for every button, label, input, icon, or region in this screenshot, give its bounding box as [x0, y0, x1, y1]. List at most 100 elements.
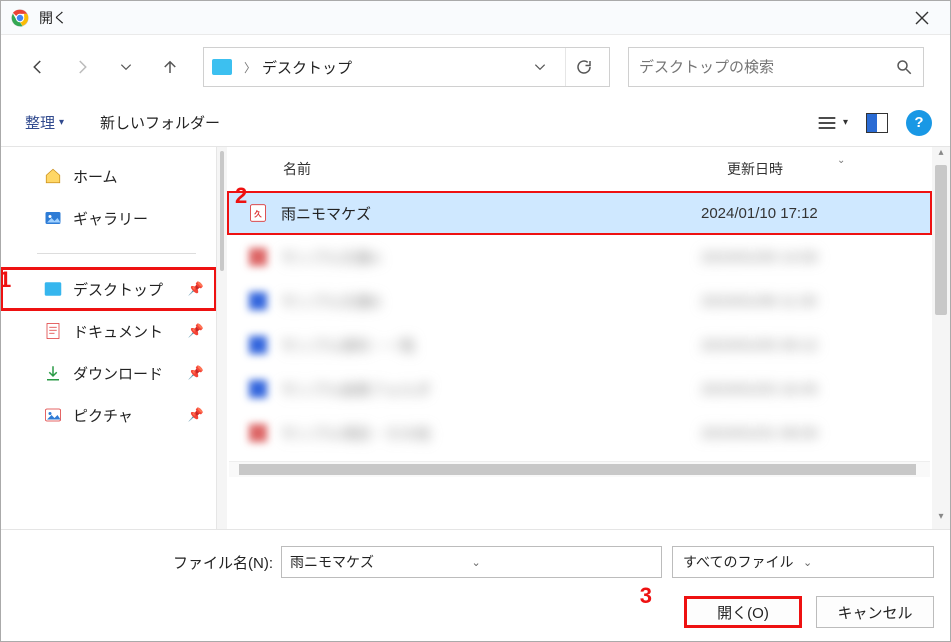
file-date: 2024/01/10 17:12	[701, 205, 818, 222]
file-icon	[247, 422, 269, 444]
preview-pane-toggle[interactable]	[866, 113, 888, 133]
up-button[interactable]	[159, 56, 181, 78]
pin-icon: 📌	[188, 407, 204, 423]
sidebar-divider	[37, 253, 196, 254]
path-dropdown-icon[interactable]	[533, 60, 557, 74]
recent-dropdown[interactable]	[115, 56, 137, 78]
file-name: サンプル文書B	[281, 291, 701, 312]
file-date: 2024/01/08 11:30	[701, 293, 817, 310]
column-headers: 名前 更新日時 ⌄	[227, 147, 932, 191]
pin-icon: 📌	[188, 281, 204, 297]
column-name[interactable]: 名前	[227, 159, 727, 179]
sidebar-item-label: ホーム	[73, 166, 118, 187]
sidebar-item-desktop[interactable]: デスクトップ 📌	[1, 268, 216, 310]
filter-label: すべてのファイル	[683, 552, 803, 572]
view-menu[interactable]: ▾	[817, 115, 848, 131]
svg-text:久: 久	[253, 208, 262, 218]
gallery-icon	[43, 209, 63, 227]
filename-label: ファイル名(N):	[17, 552, 281, 573]
horizontal-scrollbar[interactable]	[229, 461, 930, 477]
titlebar: 開く	[1, 1, 950, 35]
pin-icon: 📌	[188, 365, 204, 381]
file-name: 雨ニモマケズ	[281, 203, 701, 224]
pin-icon: 📌	[188, 323, 204, 339]
documents-icon	[43, 322, 63, 340]
sidebar-item-label: ギャラリー	[73, 208, 148, 229]
toolbar: 整理 ▾ 新しいフォルダー ▾ ?	[1, 99, 950, 147]
pdf-icon: 久	[247, 202, 269, 224]
filename-combobox[interactable]: 雨ニモマケズ ⌄	[281, 546, 662, 578]
file-row[interactable]: サンプル資料・一覧 2024/01/05 09:12	[227, 323, 932, 367]
back-button[interactable]	[27, 56, 49, 78]
button-row: 開く(O) キャンセル	[17, 596, 934, 628]
vertical-scrollbar[interactable]: ▴ ▾	[932, 147, 950, 529]
file-date: 2024/01/01 08:00	[701, 425, 818, 442]
chrome-icon	[11, 9, 29, 27]
scroll-up-icon[interactable]: ▴	[932, 147, 950, 165]
file-open-dialog: 開く 〉 デスクトップ	[0, 0, 951, 642]
desktop-icon	[43, 280, 63, 298]
sidebar-item-label: デスクトップ	[73, 279, 163, 300]
sidebar-item-documents[interactable]: ドキュメント 📌	[1, 310, 216, 352]
sidebar-item-label: ダウンロード	[73, 363, 163, 384]
pictures-icon	[43, 406, 63, 424]
folder-icon	[212, 59, 232, 75]
column-date[interactable]: 更新日時 ⌄	[727, 159, 932, 179]
organize-menu[interactable]: 整理 ▾	[19, 106, 70, 139]
home-icon	[43, 167, 63, 185]
chevron-down-icon: ⌄	[472, 556, 654, 569]
sort-indicator-icon: ⌄	[837, 155, 845, 166]
file-icon	[247, 378, 269, 400]
organize-label: 整理	[25, 112, 55, 133]
close-button[interactable]	[900, 1, 944, 34]
file-icon	[247, 246, 269, 268]
open-button[interactable]: 開く(O)	[684, 596, 802, 628]
nav-row: 〉 デスクトップ	[1, 35, 950, 99]
file-row[interactable]: サンプル画像フォルダ 2024/01/03 16:45	[227, 367, 932, 411]
sidebar-item-label: ドキュメント	[73, 321, 163, 342]
search-input[interactable]	[639, 59, 895, 76]
sidebar-item-home[interactable]: ホーム	[1, 155, 216, 197]
file-icon	[247, 334, 269, 356]
sidebar-item-downloads[interactable]: ダウンロード 📌	[1, 352, 216, 394]
main-area: 1 ホーム ギャラリー デスクトップ 📌	[1, 147, 950, 529]
chevron-down-icon: ▾	[59, 117, 64, 128]
download-icon	[43, 364, 63, 382]
file-date: 2024/01/05 09:12	[701, 337, 818, 354]
chevron-down-icon: ▾	[843, 117, 848, 128]
scroll-down-icon[interactable]: ▾	[932, 511, 950, 529]
help-button[interactable]: ?	[906, 110, 932, 136]
sidebar-item-gallery[interactable]: ギャラリー	[1, 197, 216, 239]
search-icon	[895, 58, 913, 76]
filename-value: 雨ニモマケズ	[290, 552, 472, 572]
sidebar-item-pictures[interactable]: ピクチャ 📌	[1, 394, 216, 436]
filename-row: ファイル名(N): 雨ニモマケズ ⌄ すべてのファイル ⌄	[17, 546, 934, 578]
sidebar-scrollbar[interactable]	[217, 147, 227, 529]
search-box[interactable]	[628, 47, 924, 87]
filetype-filter[interactable]: すべてのファイル ⌄	[672, 546, 934, 578]
bottom-panel: 3 ファイル名(N): 雨ニモマケズ ⌄ すべてのファイル ⌄ 開く(O) キャ…	[1, 529, 950, 641]
chevron-down-icon: ⌄	[803, 556, 923, 569]
file-row[interactable]: 久 雨ニモマケズ 2024/01/10 17:12	[227, 191, 932, 235]
file-name: サンプル画像フォルダ	[281, 379, 701, 400]
file-name: サンプル文書A	[281, 247, 701, 268]
file-date: 2024/01/09 14:00	[701, 249, 818, 266]
file-list: 2 名前 更新日時 ⌄ 久 雨ニモマケズ 2024/01/10 17:12 サン…	[227, 147, 932, 529]
path-box[interactable]: 〉 デスクトップ	[203, 47, 610, 87]
new-folder-button[interactable]: 新しいフォルダー	[100, 112, 220, 133]
file-date: 2024/01/03 16:45	[701, 381, 818, 398]
refresh-button[interactable]	[565, 48, 601, 86]
sidebar-item-label: ピクチャ	[73, 405, 133, 426]
file-name: サンプル項目・その他	[281, 423, 701, 444]
cancel-button[interactable]: キャンセル	[816, 596, 934, 628]
file-row[interactable]: サンプル文書A 2024/01/09 14:00	[227, 235, 932, 279]
forward-button[interactable]	[71, 56, 93, 78]
path-text: デスクトップ	[262, 57, 352, 78]
path-separator-icon: 〉	[238, 59, 262, 76]
file-row[interactable]: サンプル項目・その他 2024/01/01 08:00	[227, 411, 932, 455]
window-title: 開く	[39, 8, 900, 28]
file-row[interactable]: サンプル文書B 2024/01/08 11:30	[227, 279, 932, 323]
file-name: サンプル資料・一覧	[281, 335, 701, 356]
file-icon	[247, 290, 269, 312]
sidebar: 1 ホーム ギャラリー デスクトップ 📌	[1, 147, 217, 529]
